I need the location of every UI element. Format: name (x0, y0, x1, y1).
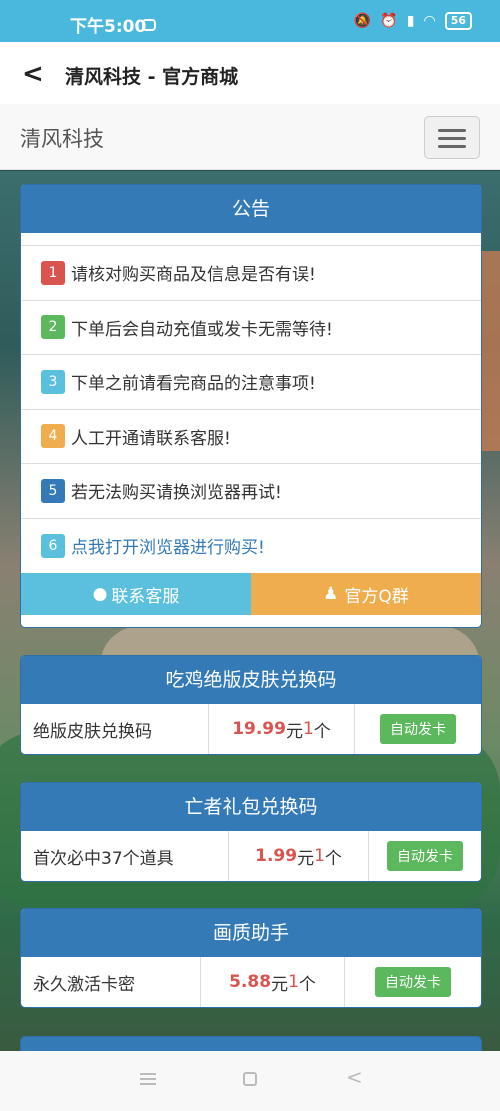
notice-title: 公告 (21, 185, 481, 233)
notice-number: 6 (41, 533, 65, 558)
wifi-icon: ◠ (423, 13, 436, 29)
status-time: 下午5:00 (70, 17, 147, 37)
product-action-cell: 自动发卡 (355, 704, 481, 754)
qty-unit: 个 (324, 848, 342, 869)
product-title: 亡者礼包兑换码 (21, 783, 481, 831)
chevron-left-icon[interactable]: < (22, 59, 44, 89)
notice-text: 下单之前请看完商品的注意事项! (71, 374, 316, 395)
notice-item: 1 请核对购买商品及信息是否有误! (21, 246, 481, 301)
menu-toggle-button[interactable] (424, 116, 480, 159)
product-title: 吃鸡绝版皮肤兑换码 (21, 656, 481, 704)
users-icon: ♟ (323, 584, 339, 604)
open-browser-link[interactable]: 6 点我打开浏览器进行购买! (21, 519, 481, 574)
product-panel: 画质助手 永久激活卡密 5.88 元 1 个 自动发卡 (20, 908, 482, 1008)
price-unit: 元 (285, 721, 303, 742)
notice-text: 人工开通请联系客服! (71, 428, 231, 449)
product-name: 绝版皮肤兑换码 (21, 704, 209, 754)
product-title: 画质助手 (21, 909, 481, 957)
product-price-cell: 1.99 元 1 个 (229, 831, 369, 881)
back-icon[interactable]: < (346, 1065, 363, 1089)
page-title: 清风科技 - 官方商城 (65, 66, 239, 88)
title-bar: < 清风科技 - 官方商城 (0, 42, 500, 104)
product-action-cell: 自动发卡 (369, 831, 481, 881)
price-unit: 元 (297, 848, 315, 869)
notice-item: 4 人工开通请联系客服! (21, 410, 481, 464)
battery-icon: 56 (444, 12, 472, 30)
product-qty: 1 (314, 846, 325, 866)
contact-service-label: 联系客服 (111, 586, 180, 607)
qty-unit: 个 (298, 974, 316, 995)
notice-number: 2 (41, 315, 65, 340)
notice-item: 2 下单后会自动充值或发卡无需等待! (21, 301, 481, 355)
product-price: 1.99 (255, 846, 298, 866)
product-row[interactable]: 绝版皮肤兑换码 19.99 元 1 个 自动发卡 (21, 704, 481, 754)
qty-unit: 个 (313, 721, 331, 742)
product-name: 首次必中37个道具 (21, 831, 229, 881)
site-navbar: 清风科技 (0, 104, 500, 170)
notice-list: 1 请核对购买商品及信息是否有误! 2 下单后会自动充值或发卡无需等待! 3 下… (21, 245, 481, 573)
product-price: 19.99 (232, 719, 286, 739)
alarm-icon: ⏰ (380, 13, 398, 29)
official-group-button[interactable]: ♟ 官方Q群 (251, 573, 481, 615)
notice-text: 下单后会自动充值或发卡无需等待! (71, 319, 333, 340)
notice-buttons: ● 联系客服 ♟ 官方Q群 (21, 573, 481, 615)
qq-icon: ● (92, 584, 108, 604)
product-row[interactable]: 永久激活卡密 5.88 元 1 个 自动发卡 (21, 957, 481, 1007)
signal-icon: ▮ (406, 13, 415, 29)
home-icon[interactable] (243, 1072, 257, 1086)
notice-number: 3 (41, 369, 65, 394)
status-bar: 下午5:00 🔕 ⏰ ▮ ◠ 56 (0, 0, 500, 42)
product-name: 永久激活卡密 (21, 957, 201, 1007)
contact-service-button[interactable]: ● 联系客服 (21, 573, 251, 615)
status-icons: 🔕 ⏰ ▮ ◠ 56 (354, 12, 472, 30)
product-panel: 吃鸡绝版皮肤兑换码 绝版皮肤兑换码 19.99 元 1 个 自动发卡 (20, 655, 482, 755)
product-price: 5.88 (229, 972, 272, 992)
notice-panel: 公告 1 请核对购买商品及信息是否有误! 2 下单后会自动充值或发卡无需等待! … (20, 184, 482, 628)
price-unit: 元 (271, 974, 289, 995)
auto-delivery-button[interactable]: 自动发卡 (380, 714, 456, 744)
product-qty: 1 (288, 972, 299, 992)
product-price-cell: 19.99 元 1 个 (209, 704, 355, 754)
hamburger-icon (438, 129, 466, 132)
product-price-cell: 5.88 元 1 个 (201, 957, 345, 1007)
notice-number: 5 (41, 478, 65, 503)
system-nav-bar: < (0, 1051, 500, 1111)
product-row[interactable]: 首次必中37个道具 1.99 元 1 个 自动发卡 (21, 831, 481, 881)
official-group-label: 官方Q群 (344, 586, 409, 607)
product-panel: 亡者礼包兑换码 首次必中37个道具 1.99 元 1 个 自动发卡 (20, 782, 482, 882)
product-action-cell: 自动发卡 (345, 957, 481, 1007)
auto-delivery-button[interactable]: 自动发卡 (387, 841, 463, 871)
notice-text: 若无法购买请换浏览器再试! (71, 483, 282, 504)
product-qty: 1 (302, 719, 314, 739)
mute-icon: 🔕 (353, 13, 372, 29)
notice-number: 4 (41, 424, 65, 449)
notice-item: 5 若无法购买请换浏览器再试! (21, 464, 481, 519)
app-notification-icon (142, 19, 156, 31)
notice-link-text[interactable]: 点我打开浏览器进行购买! (71, 533, 265, 558)
notice-text: 请核对购买商品及信息是否有误! (71, 265, 316, 286)
notice-number: 1 (41, 260, 65, 285)
auto-delivery-button[interactable]: 自动发卡 (375, 967, 451, 997)
site-brand[interactable]: 清风科技 (20, 123, 104, 153)
menu-icon[interactable] (140, 1073, 156, 1085)
notice-item: 3 下单之前请看完商品的注意事项! (21, 355, 481, 410)
